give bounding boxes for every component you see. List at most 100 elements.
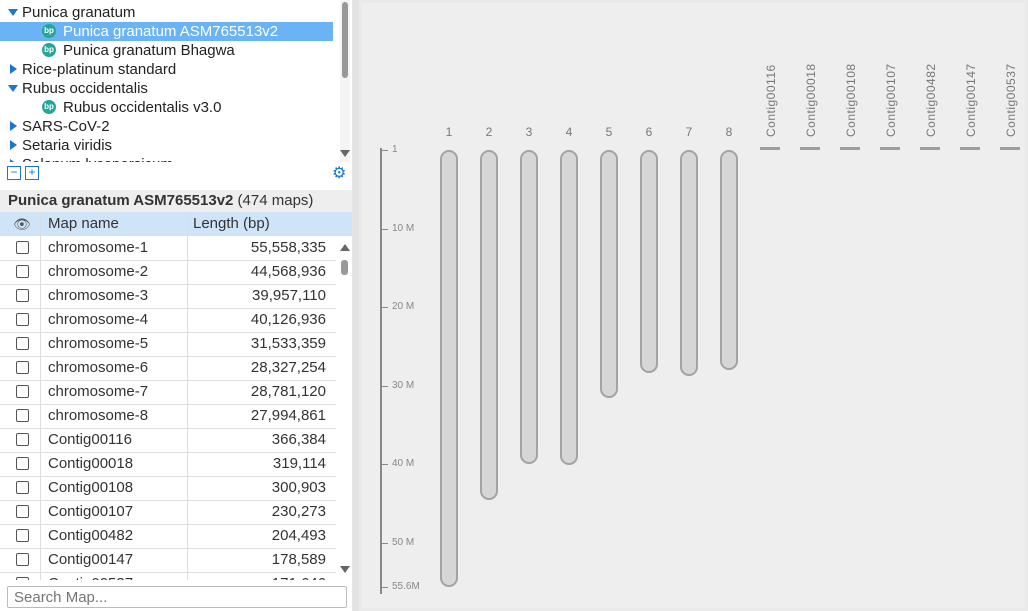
chromosome-bar[interactable] (600, 150, 618, 398)
row-visibility-checkbox[interactable] (16, 361, 29, 374)
row-visibility-checkbox[interactable] (16, 313, 29, 326)
header-filler (336, 212, 352, 236)
map-name-cell: Contig00107 (48, 503, 134, 520)
collapsed-arrow-icon[interactable] (10, 159, 17, 162)
tree-group[interactable]: Punica granatum (0, 3, 333, 22)
collapse-all-button[interactable]: − (7, 166, 21, 180)
table-row[interactable]: Contig00482 204,493 (0, 524, 336, 549)
tree-genome[interactable]: bp Punica granatum Bhagwa (0, 41, 333, 60)
panel-splitter[interactable] (352, 0, 359, 611)
tree-genome[interactable]: bp Punica granatum ASM765513v2 (0, 22, 333, 41)
row-visibility-checkbox[interactable] (16, 265, 29, 278)
search-map-input[interactable] (7, 586, 347, 608)
map-name-column-header[interactable]: Map name (41, 212, 187, 236)
contig-bar[interactable] (760, 147, 780, 150)
row-visibility-checkbox[interactable] (16, 289, 29, 302)
chromosome-bar[interactable] (640, 150, 658, 373)
table-scroll-up-icon[interactable] (340, 244, 350, 251)
table-row[interactable]: Contig00147 178,589 (0, 548, 336, 573)
left-panel: Punica granatum bp Punica granatum ASM7655… (0, 0, 352, 611)
chromosome-bar[interactable] (680, 150, 698, 376)
tree-scrollbar[interactable] (340, 0, 350, 162)
table-row[interactable]: Contig00108 300,903 (0, 476, 336, 501)
chromosome-bar[interactable] (480, 150, 498, 500)
expanded-arrow-icon[interactable] (8, 85, 18, 92)
table-scroll-down-icon[interactable] (340, 566, 350, 573)
contig-bar[interactable] (840, 147, 860, 150)
length-cell: 40,126,936 (250, 311, 326, 328)
chromosome-bar[interactable] (520, 150, 538, 464)
row-visibility-checkbox[interactable] (16, 553, 29, 566)
contig-bar[interactable] (800, 147, 820, 150)
chromosome-bar[interactable] (440, 150, 458, 587)
row-visibility-checkbox[interactable] (16, 385, 29, 398)
table-row[interactable]: chromosome-6 28,327,254 (0, 356, 336, 381)
row-visibility-checkbox[interactable] (16, 505, 29, 518)
table-row[interactable]: Contig00537 171,646 (0, 572, 336, 580)
table-row[interactable]: Contig00107 230,273 (0, 500, 336, 525)
row-visibility-checkbox[interactable] (16, 337, 29, 350)
tree-group[interactable]: Solanum lycopersicum (0, 155, 333, 162)
contig-label: Contig00107 (884, 63, 898, 137)
map-name-header-label: Map name (48, 215, 119, 232)
contig-bar[interactable] (1000, 147, 1020, 150)
table-row[interactable]: chromosome-2 44,568,936 (0, 260, 336, 285)
table-row[interactable]: Contig00116 366,384 (0, 428, 336, 453)
contig-bar[interactable] (880, 147, 900, 150)
collapsed-arrow-icon[interactable] (10, 121, 17, 131)
chromosome-bar[interactable] (560, 150, 578, 465)
table-row[interactable]: chromosome-1 55,558,335 (0, 236, 336, 261)
tree-scrollbar-thumb[interactable] (342, 2, 348, 78)
eye-icon[interactable]: 👁 (13, 212, 31, 236)
scale-tick (380, 150, 388, 151)
table-row[interactable]: chromosome-3 39,957,110 (0, 284, 336, 309)
row-visibility-checkbox[interactable] (16, 457, 29, 470)
table-row[interactable]: Contig00018 319,114 (0, 452, 336, 477)
contig-bar[interactable] (920, 147, 940, 150)
table-row[interactable]: chromosome-8 27,994,861 (0, 404, 336, 429)
length-cell: 230,273 (271, 503, 326, 520)
map-name-cell: chromosome-8 (48, 407, 149, 424)
tree-scroll-down-icon[interactable] (340, 150, 350, 157)
tree-group[interactable]: Rice-platinum standard (0, 60, 333, 79)
genome-header: Punica granatum ASM765513v2 (474 maps) (0, 190, 352, 212)
map-name-cell: chromosome-5 (48, 335, 149, 352)
collapsed-arrow-icon[interactable] (10, 140, 17, 150)
table-row[interactable]: chromosome-7 28,781,120 (0, 380, 336, 405)
gear-icon[interactable]: ⚙ (332, 166, 348, 182)
expand-all-button[interactable]: + (25, 166, 39, 180)
row-visibility-checkbox[interactable] (16, 241, 29, 254)
tree-item-label: Punica granatum Bhagwa (63, 42, 235, 59)
chromosome-bar[interactable] (720, 150, 738, 370)
table-row[interactable]: chromosome-5 31,533,359 (0, 332, 336, 357)
chromosome-label: 7 (685, 125, 693, 139)
collapsed-arrow-icon[interactable] (10, 64, 17, 74)
scale-tick-label: 50 M (392, 536, 415, 548)
table-row[interactable]: chromosome-4 40,126,936 (0, 308, 336, 333)
tree-group[interactable]: Rubus occidentalis (0, 79, 333, 98)
chromosome-label: 3 (525, 125, 533, 139)
row-visibility-checkbox[interactable] (16, 577, 29, 580)
scale-tick (380, 587, 388, 588)
row-visibility-checkbox[interactable] (16, 433, 29, 446)
map-name-cell: Contig00537 (48, 572, 133, 580)
table-scrollbar[interactable] (338, 236, 352, 580)
tree-group[interactable]: Setaria viridis (0, 136, 333, 155)
tree-genome[interactable]: bp Rubus occidentalis v3.0 (0, 98, 333, 117)
contig-label: Contig00108 (844, 63, 858, 137)
map-name-cell: chromosome-1 (48, 239, 149, 256)
row-visibility-checkbox[interactable] (16, 529, 29, 542)
row-visibility-checkbox[interactable] (16, 409, 29, 422)
map-name-cell: Contig00116 (48, 431, 132, 448)
visibility-column-header[interactable]: 👁 (0, 212, 40, 236)
tree-item-label: Punica granatum (22, 4, 136, 21)
expanded-arrow-icon[interactable] (8, 9, 18, 16)
tree-group[interactable]: SARS-CoV-2 (0, 117, 333, 136)
table-scrollbar-thumb[interactable] (341, 260, 348, 275)
contig-bar[interactable] (960, 147, 980, 150)
genome-tree: Punica granatum bp Punica granatum ASM7655… (0, 0, 340, 162)
chromosome-label: 2 (485, 125, 493, 139)
row-visibility-checkbox[interactable] (16, 481, 29, 494)
length-column-header[interactable]: Length (bp) (188, 212, 336, 236)
scale-tick-label: 40 M (392, 458, 415, 470)
